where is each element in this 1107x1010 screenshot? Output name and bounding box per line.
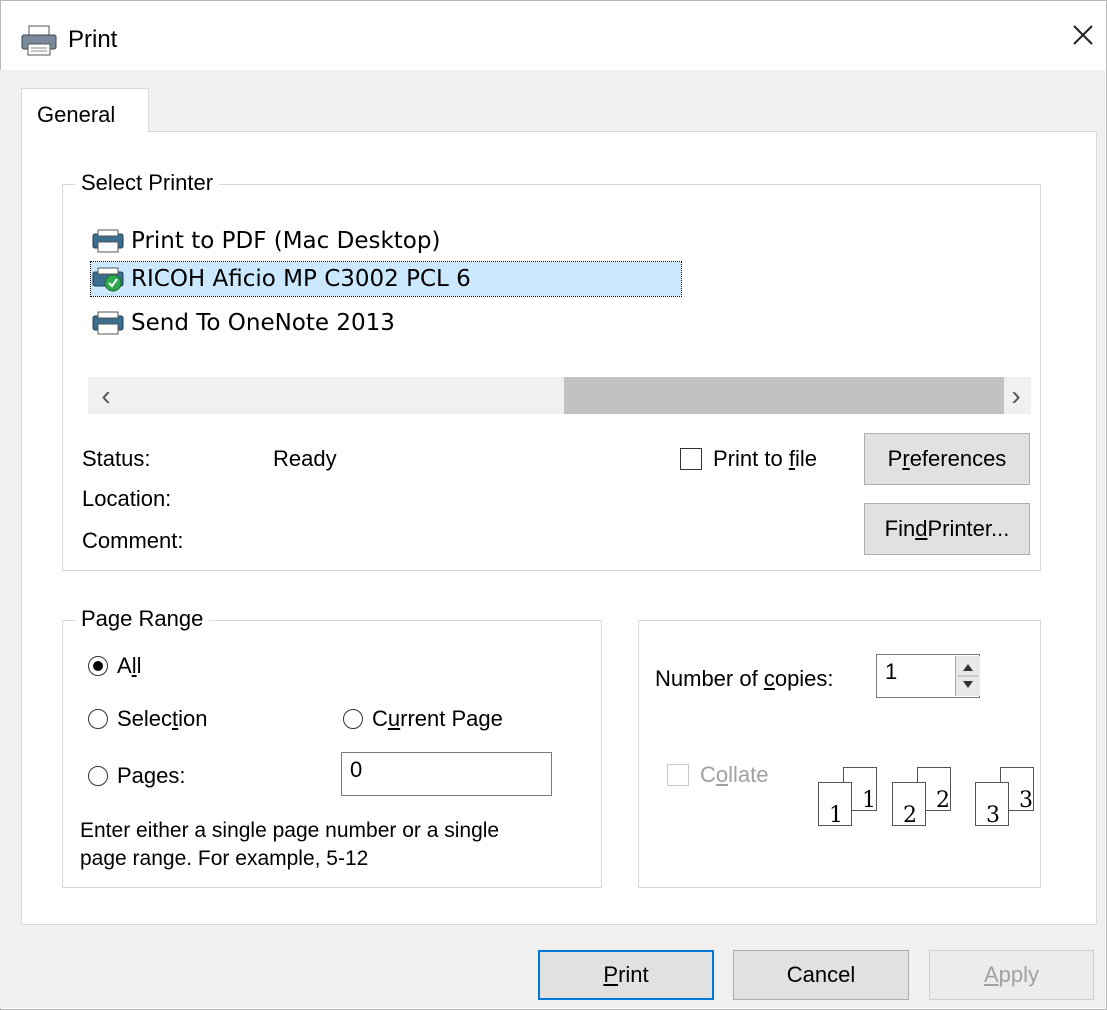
collate-label[interactable]: Collate [700, 762, 769, 788]
radio-pages[interactable] [88, 766, 108, 786]
find-printer-button[interactable]: Fin d Printer... [864, 503, 1030, 555]
preferences-button[interactable]: Pr eferences [864, 433, 1030, 485]
pages-input[interactable]: 0 [341, 752, 552, 796]
print-button[interactable]: Print [538, 950, 714, 1000]
comment-label: Comment: [82, 528, 184, 553]
printer-item-ricoh[interactable]: RICOH Aficio MP C3002 PCL 6 [90, 261, 682, 297]
printer-icon [92, 311, 124, 335]
printer-name: Send To OneNote 2013 [131, 310, 395, 336]
radio-current-page[interactable] [343, 709, 363, 729]
page-range-hint-line1: Enter either a single page number or a s… [80, 819, 500, 842]
radio-selection[interactable] [88, 709, 108, 729]
printer-item-onenote[interactable]: Send To OneNote 2013 [91, 306, 491, 340]
collate-sheet-front: 3 [975, 782, 1009, 828]
scrollbar-thumb[interactable] [564, 377, 1004, 414]
page-range-hint-line2: page range. For example, 5-12 [80, 847, 369, 870]
copies-label: Number of copies: [655, 666, 834, 691]
location-label: Location: [82, 486, 172, 511]
printer-name: RICOH Aficio MP C3002 PCL 6 [131, 266, 471, 292]
collate-checkbox[interactable] [667, 764, 689, 786]
printer-name: Print to PDF (Mac Desktop) [131, 228, 441, 254]
page-range-legend: Page Range [75, 606, 210, 632]
spinner-arrows-icon[interactable] [956, 656, 980, 696]
scroll-left-icon[interactable]: ‹ [90, 379, 122, 412]
radio-all[interactable] [88, 656, 108, 676]
printer-icon [21, 25, 57, 56]
default-printer-icon [92, 267, 124, 292]
copies-group [638, 620, 1041, 888]
print-to-file-checkbox[interactable] [680, 448, 702, 470]
radio-all-label[interactable]: All [117, 653, 141, 679]
radio-current-page-label[interactable]: Current Page [372, 706, 503, 732]
apply-button[interactable]: Apply [929, 950, 1094, 1000]
status-value: Ready [273, 446, 337, 471]
cancel-button[interactable]: Cancel [733, 950, 909, 1000]
select-printer-legend: Select Printer [75, 170, 220, 196]
copies-spinner[interactable] [955, 656, 980, 696]
status-label: Status: [82, 446, 151, 471]
print-to-file-label[interactable]: Print to file [713, 446, 817, 472]
close-icon[interactable] [1066, 18, 1100, 52]
radio-pages-label[interactable]: Pages: [117, 763, 186, 789]
window-title: Print [68, 26, 118, 53]
printer-icon [92, 229, 124, 253]
scroll-right-icon[interactable]: › [1000, 379, 1032, 412]
collate-sheet-front: 1 [818, 782, 852, 828]
collate-sheet-front: 2 [892, 782, 926, 828]
printer-item-print-to-pdf[interactable]: Print to PDF (Mac Desktop) [91, 224, 531, 258]
radio-selection-label[interactable]: Selection [117, 706, 208, 732]
tab-general[interactable]: General [21, 88, 149, 133]
